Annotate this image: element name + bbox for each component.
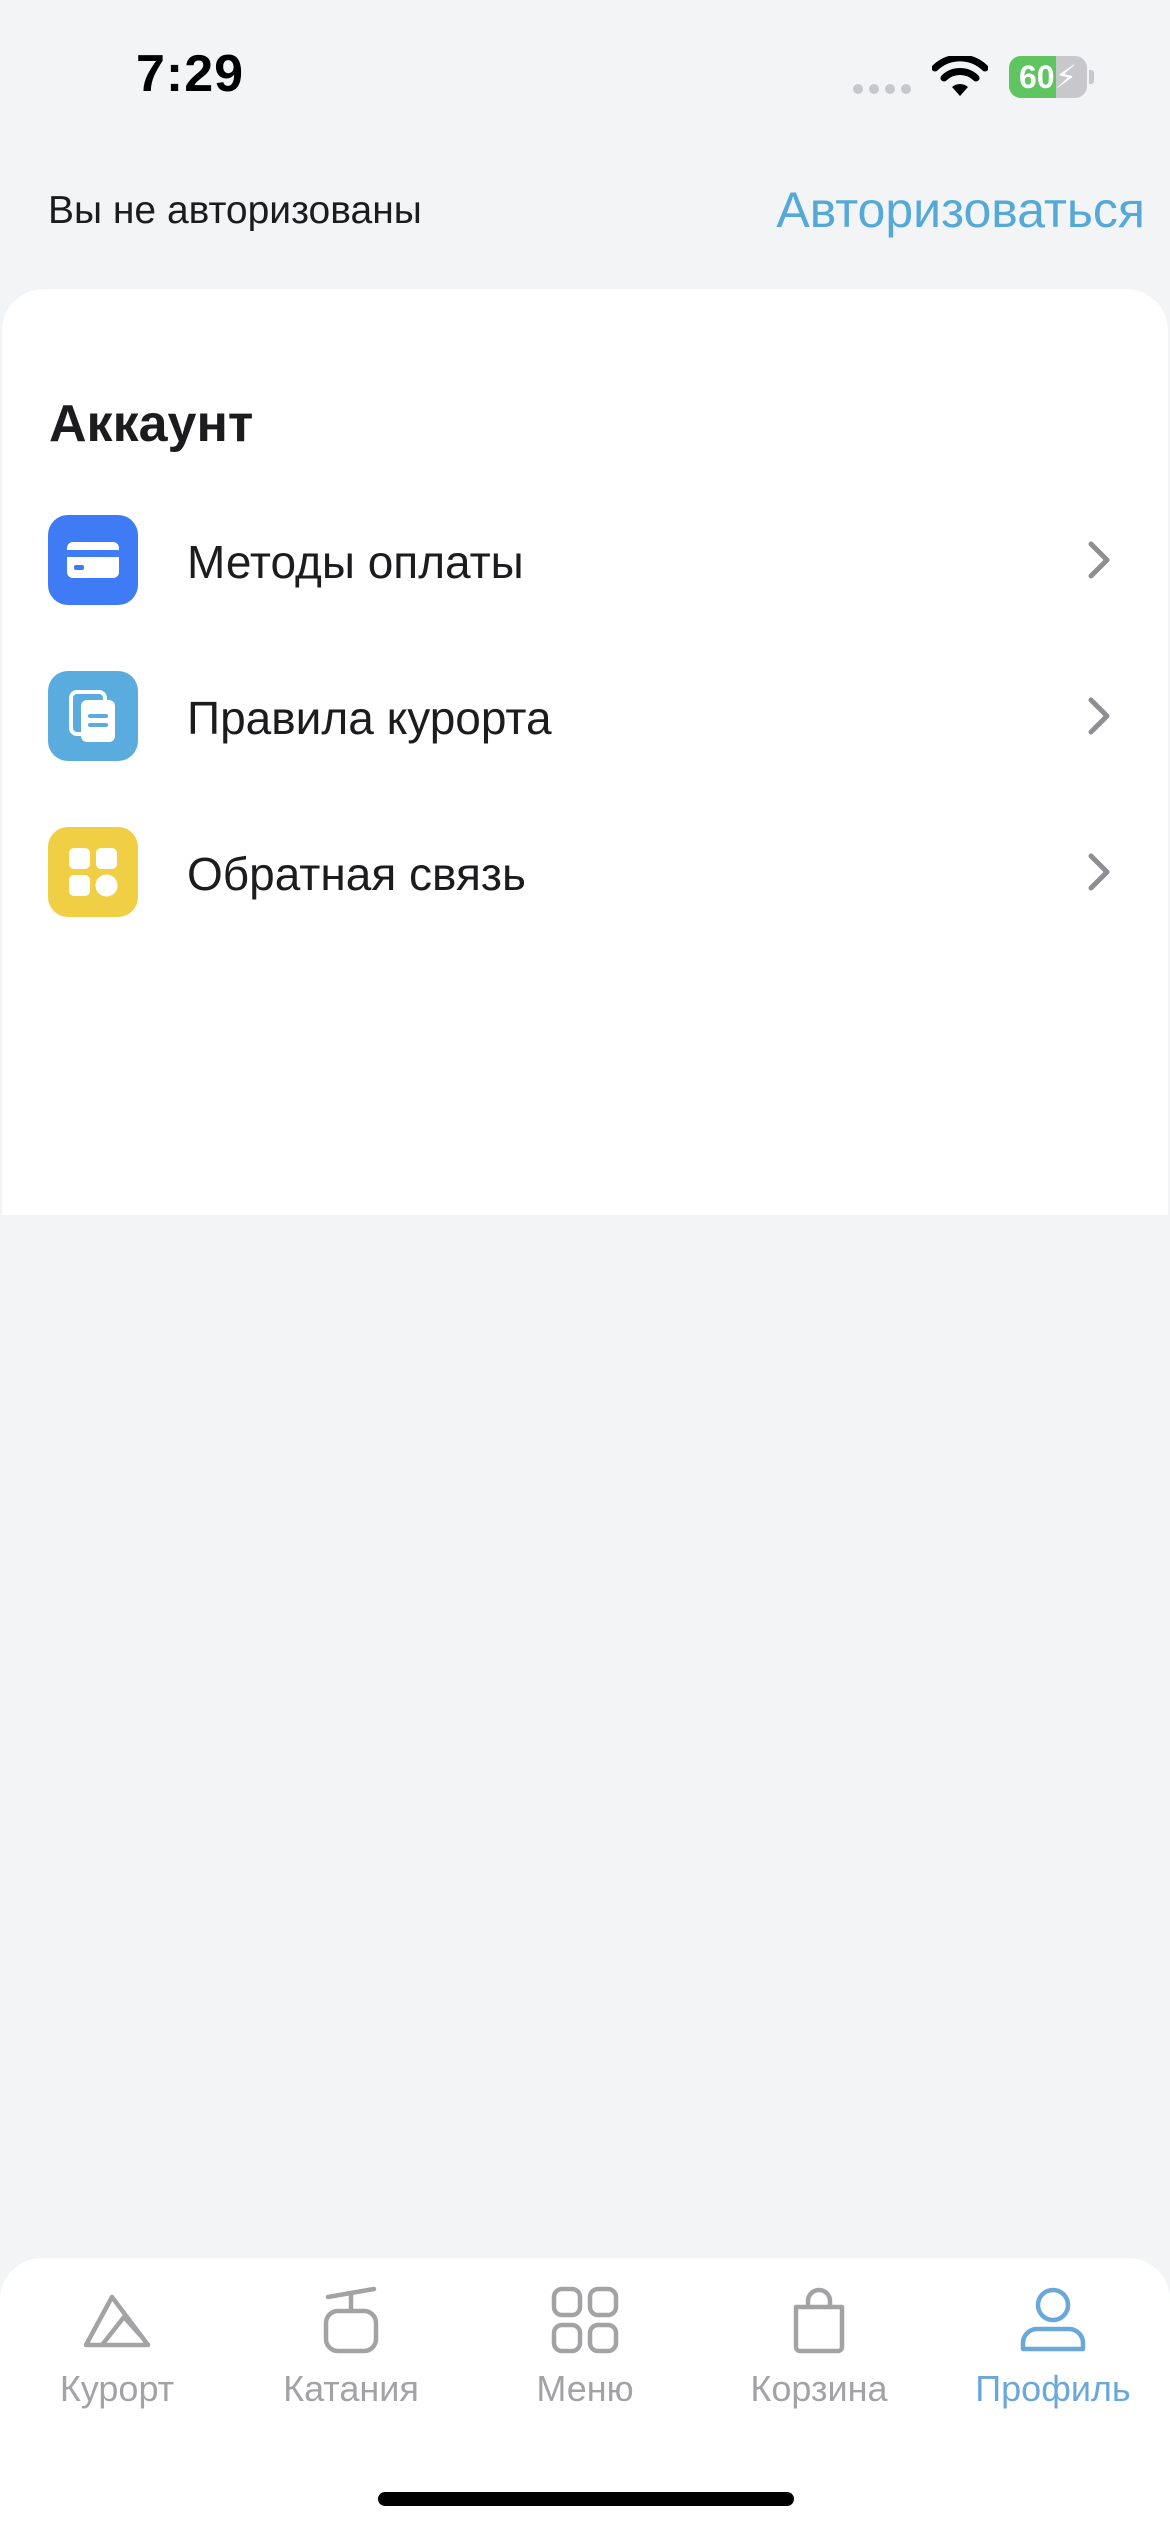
mountain-icon — [83, 2294, 151, 2348]
tab-label: Курорт — [59, 2368, 175, 2409]
home-indicator — [378, 2492, 794, 2506]
chevron-right-icon — [1088, 541, 1110, 579]
menu-item-label: Правила курорта — [187, 692, 552, 744]
tab-bar: Курорт Катания Меню Корзина Профиль — [0, 2258, 1170, 2532]
tab-label: Профиль — [975, 2368, 1131, 2409]
tab-profile[interactable]: Профиль — [936, 2258, 1170, 2458]
profile-icon — [1020, 2287, 1086, 2352]
status-time: 7:29 — [136, 45, 245, 103]
battery-level: 60 — [1018, 58, 1055, 95]
wifi-icon — [932, 56, 988, 96]
tab-menu[interactable]: Меню — [468, 2258, 702, 2458]
menu-item-resort-rules[interactable]: Правила курорта — [2, 651, 1168, 781]
menu-item-label: Обратная связь — [187, 848, 526, 900]
tab-label: Корзина — [750, 2368, 888, 2409]
chevron-right-icon — [1088, 853, 1110, 891]
menu-item-feedback[interactable]: Обратная связь — [2, 807, 1168, 937]
grid-shapes-icon — [48, 827, 138, 917]
menu-item-payment-methods[interactable]: Методы оплаты — [2, 495, 1168, 625]
tab-cart[interactable]: Корзина — [702, 2258, 936, 2458]
battery-cap — [1089, 70, 1094, 84]
chevron-right-icon — [1088, 697, 1110, 735]
tab-resort[interactable]: Курорт — [0, 2258, 234, 2458]
cable-car-icon — [323, 2286, 379, 2354]
shopping-bag-icon — [793, 2287, 845, 2354]
section-title-account: Аккаунт — [49, 395, 254, 453]
menu-item-label: Методы оплаты — [187, 536, 524, 588]
grid-icon — [551, 2286, 619, 2354]
cellular-signal-icon — [853, 84, 911, 94]
login-link[interactable]: Авторизоваться — [776, 181, 1145, 239]
charging-bolt-icon: ⚡ — [1054, 59, 1078, 95]
tab-label: Меню — [536, 2368, 634, 2409]
credit-card-icon — [48, 515, 138, 605]
tab-rides[interactable]: Катания — [234, 2258, 468, 2458]
auth-status-text: Вы не авторизованы — [48, 189, 422, 232]
tab-label: Катания — [283, 2368, 419, 2409]
auth-header: Вы не авторизованы Авторизоваться — [0, 175, 1170, 255]
status-bar: 7:29 60 ⚡ — [0, 0, 1170, 150]
battery-icon: 60 ⚡ — [1009, 56, 1087, 98]
documents-icon — [48, 671, 138, 761]
account-card: Аккаунт Методы оплаты Правила курорта Об… — [2, 289, 1168, 1215]
